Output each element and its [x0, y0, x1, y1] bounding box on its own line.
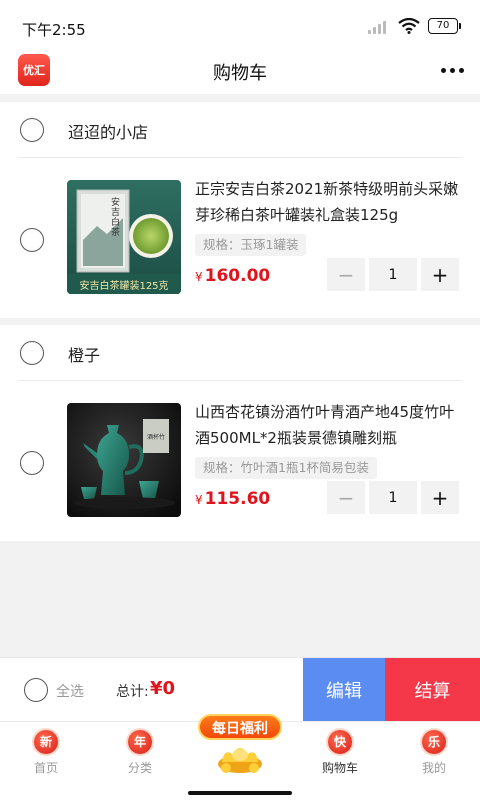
tab-home[interactable]: 新 首页 — [6, 730, 86, 776]
item-price: ¥115.60 — [195, 489, 271, 509]
decrease-button[interactable]: − — [327, 481, 365, 514]
item-spec[interactable]: 规格：玉琢1罐装 — [195, 234, 307, 256]
shop-header: 橙子 — [18, 325, 462, 381]
signal-icon — [368, 18, 390, 34]
total-value: ¥0 — [150, 678, 176, 699]
checkout-bar: 全选 总计: ¥0 编辑 结算 — [0, 657, 480, 722]
edit-button[interactable]: 编辑 — [303, 658, 385, 722]
gold-ingot-icon — [218, 748, 262, 773]
status-time: 下午2:55 — [22, 21, 86, 39]
product-thumbnail[interactable]: 安吉白茶 安吉白茶罐装125克 — [67, 180, 181, 294]
home-icon: 新 — [34, 730, 58, 754]
thumb-label: 酒杯竹 — [146, 434, 165, 441]
shop-name[interactable]: 迢迢的小店 — [68, 119, 148, 143]
shop-select-radio[interactable] — [20, 118, 44, 142]
increase-button[interactable]: + — [421, 258, 459, 291]
shop-header: 迢迢的小店 — [18, 102, 462, 158]
item-spec[interactable]: 规格：竹叶酒1瓶1杯简易包装 — [195, 457, 377, 479]
total-label: 总计: — [116, 684, 149, 700]
more-dots-icon[interactable] — [438, 58, 466, 82]
checkout-button[interactable]: 结算 — [385, 658, 480, 722]
quantity-value[interactable]: 1 — [369, 481, 417, 514]
tab-mine[interactable]: 乐 我的 — [394, 730, 474, 776]
page-title: 购物车 — [213, 63, 267, 84]
item-select-radio[interactable] — [20, 228, 44, 252]
thumb-label-bottom: 安吉白茶罐装125克 — [79, 281, 169, 292]
decrease-button[interactable]: − — [327, 258, 365, 291]
item-title[interactable]: 正宗安吉白茶2021新茶特级明前头采嫩芽珍稀白茶叶罐装礼盒装125g — [195, 176, 465, 228]
select-all-radio[interactable] — [24, 678, 48, 702]
quantity-stepper: − 1 + — [327, 481, 459, 514]
category-icon: 年 — [128, 730, 152, 754]
cart-item: 安吉白茶 安吉白茶罐装125克 正宗安吉白茶2021新茶特级明前头采嫩芽珍稀白茶… — [0, 158, 480, 320]
app-logo[interactable]: 优汇 — [18, 54, 50, 86]
quantity-value[interactable]: 1 — [369, 258, 417, 291]
tab-label: 首页 — [33, 761, 58, 775]
tab-label: 分类 — [127, 761, 152, 775]
product-thumbnail[interactable]: 酒杯竹 — [67, 403, 181, 517]
promo-banner: 每日福利 — [198, 714, 282, 740]
profile-icon: 乐 — [422, 730, 446, 754]
wifi-icon — [398, 18, 420, 34]
battery-icon: 70 — [428, 18, 461, 34]
home-indicator[interactable] — [188, 791, 292, 795]
tab-cart[interactable]: 快 购物车 — [300, 730, 380, 776]
shop-card: 橙子 酒杯竹 山西杏花镇汾酒竹叶青酒产地45度竹叶酒500ML*2瓶装景德镇雕刻… — [0, 325, 480, 541]
increase-button[interactable]: + — [421, 481, 459, 514]
liquor-image — [67, 403, 181, 517]
tab-label: 购物车 — [321, 761, 358, 775]
quantity-stepper: − 1 + — [327, 258, 459, 291]
item-select-radio[interactable] — [20, 451, 44, 475]
daily-welfare-button[interactable]: 每日福利 — [198, 714, 282, 784]
shop-name[interactable]: 橙子 — [68, 342, 100, 366]
cart-item: 酒杯竹 山西杏花镇汾酒竹叶青酒产地45度竹叶酒500ML*2瓶装景德镇雕刻瓶 规… — [0, 381, 480, 543]
tab-bar: 新 首页 年 分类 每日福利 快 购物车 乐 我的 — [0, 714, 480, 800]
item-title[interactable]: 山西杏花镇汾酒竹叶青酒产地45度竹叶酒500ML*2瓶装景德镇雕刻瓶 — [195, 399, 465, 451]
shop-card: 迢迢的小店 安吉白茶 安吉白茶罐装125克 正宗安吉白茶2021新茶特级明前头采… — [0, 102, 480, 318]
nav-bar: 优汇 购物车 — [0, 50, 480, 94]
status-bar: 下午2:55 70 — [0, 0, 480, 50]
select-all-label[interactable]: 全选 — [56, 681, 84, 701]
status-icons: 70 — [368, 18, 461, 34]
thumb-label-top: 安吉白茶 — [111, 198, 121, 238]
tab-category[interactable]: 年 分类 — [100, 730, 180, 776]
tab-label: 我的 — [421, 761, 446, 775]
item-price: ¥160.00 — [195, 266, 271, 286]
cart-icon: 快 — [328, 730, 352, 754]
shop-select-radio[interactable] — [20, 341, 44, 365]
